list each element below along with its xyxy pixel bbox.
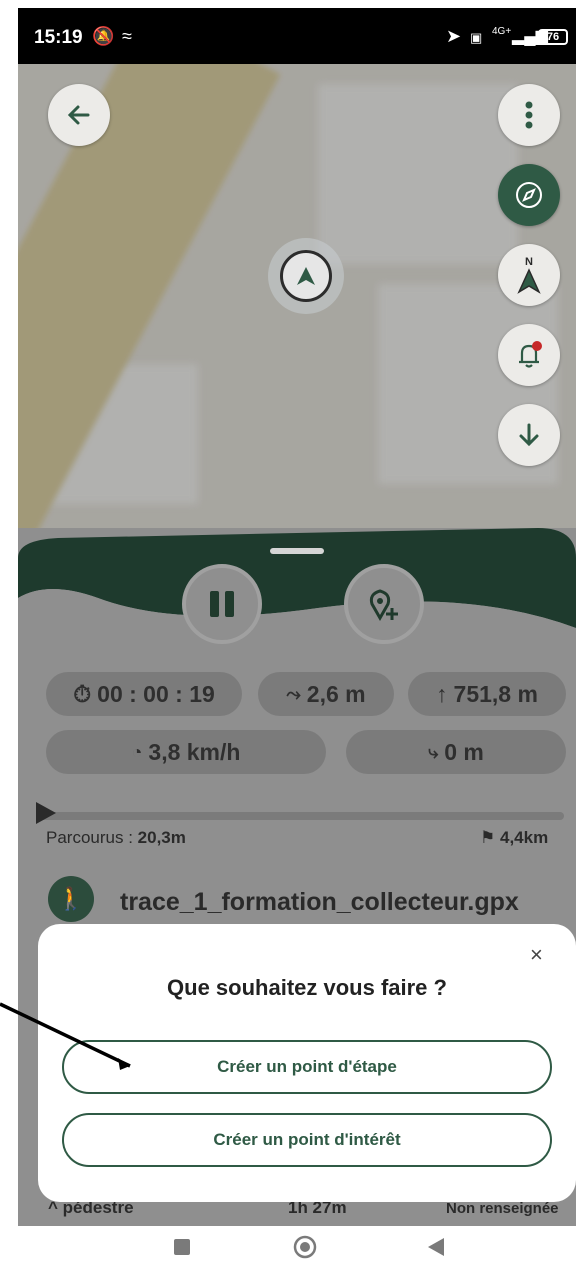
add-location-pin-icon [369,589,398,622]
navigation-icon: ➤ [446,26,462,46]
speedometer-icon: ◔ [131,741,143,762]
more-vertical-icon [525,101,533,129]
info-difficulty: Non renseignée [446,1200,559,1217]
total-value: 4,4km [499,828,549,847]
trend-up-icon: ⤳ [286,683,301,704]
total-distance: ⚑ 4,4km [480,828,548,848]
recent-apps-icon[interactable] [174,1239,190,1255]
compass-button[interactable] [498,164,560,226]
pause-icon [210,591,234,617]
progress-marker-icon [36,802,56,824]
panel-drag-handle[interactable] [270,548,324,554]
dialog-title: Que souhaitez vous faire ? [167,975,447,1000]
volte-icon: ▣ [470,30,483,45]
stopwatch-icon: ⏱ [73,680,92,707]
bell-muted-icon: 🔕 [92,26,115,46]
current-location-marker [280,250,332,302]
duration-value: 00 : 00 : 19 [97,680,215,707]
descent-chip: ⤷ 0 m [346,730,566,774]
trace-filename: trace_1_formation_collecteur.gpx [120,888,519,916]
back-arrow-icon [67,105,90,125]
pause-button[interactable] [182,564,262,644]
speed-chip: ◔ 3,8 km/h [46,730,326,774]
north-button[interactable]: N [498,244,560,306]
status-bar: 15:19 🔕 ≈ ➤ ▣ 4G+ ▂▄▆ 76 [18,8,576,64]
hiker-avatar: 🚶 [48,876,94,922]
descent-value: 0 m [444,738,484,765]
traveled-distance: Parcourus : 20,3m [46,828,186,848]
back-button[interactable] [48,84,110,146]
scroll-down-button[interactable] [498,404,560,466]
arrow-up-icon: ↑ [436,680,448,707]
altitude-chip: ↑ 751,8 m [408,672,566,716]
more-options-button[interactable] [498,84,560,146]
climb-chip: ⤳ 2,6 m [258,672,394,716]
flag-icon: ⚑ [480,828,496,847]
system-nav-bar [0,1226,576,1269]
progress-bar [40,812,564,820]
compass-icon [516,182,542,208]
cast-icon: ≈ [122,26,132,46]
alerts-button[interactable] [498,324,560,386]
altitude-value: 751,8 m [453,680,538,707]
map-view[interactable]: N [18,64,576,564]
network-type: 4G+ [492,26,512,37]
north-arrow-icon [517,268,541,294]
traveled-value: 20,3m [137,828,186,847]
location-arrow-icon [297,267,315,285]
back-nav-icon[interactable] [428,1238,444,1256]
hiker-icon: 🚶 [57,886,85,911]
climb-value: 2,6 m [306,680,366,707]
create-poi-button[interactable]: Créer un point d'intérêt [62,1113,552,1167]
north-label: N [525,256,533,268]
close-icon[interactable]: × [530,942,543,968]
duration-chip: ⏱ 00 : 00 : 19 [46,672,242,716]
battery-indicator: 76 [538,29,568,45]
speed-value: 3,8 km/h [148,738,241,765]
traveled-label: Parcourus : [46,828,138,847]
arrow-down-icon [519,423,539,447]
alert-bell-icon [519,341,542,368]
trend-down-icon: ⤷ [428,741,439,762]
add-point-button[interactable] [344,564,424,644]
status-time: 15:19 [34,27,83,48]
create-waypoint-button[interactable]: Créer un point d'étape [62,1040,552,1094]
